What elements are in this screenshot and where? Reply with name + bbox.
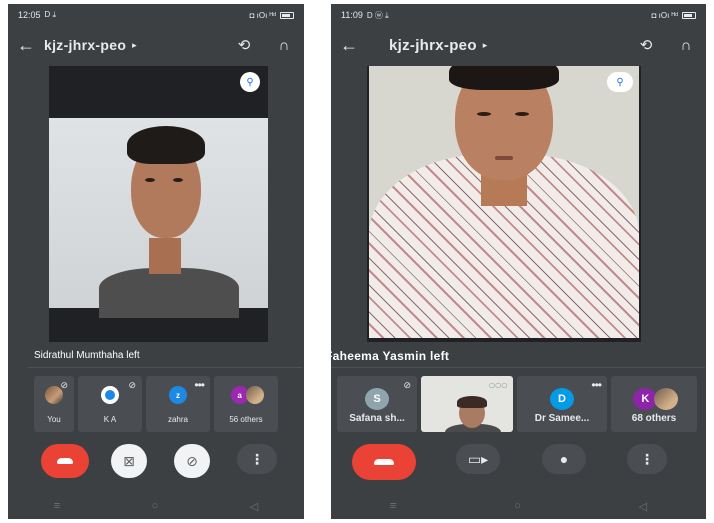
- mic-icon: ●: [559, 451, 569, 467]
- mic-button[interactable]: ●: [542, 444, 586, 474]
- more-dots-icon[interactable]: ○○○: [488, 378, 508, 392]
- back-arrow-icon[interactable]: ←: [331, 35, 367, 56]
- system-nav-bar: ≡ ○ ◁: [331, 493, 706, 519]
- participant-tile-others[interactable]: K 68 others: [611, 376, 697, 432]
- main-video-tile[interactable]: ⚲: [49, 66, 268, 342]
- avatar: z: [169, 386, 187, 404]
- avatar: [101, 386, 119, 404]
- mic-off-icon: ⊘: [128, 380, 136, 390]
- participant-tile-zahra[interactable]: ••• z zahra: [146, 376, 210, 432]
- participant-left-banner: Faheema Yasmin left: [331, 344, 705, 368]
- participant-tile-dr-samee[interactable]: ••• D Dr Samee...: [517, 376, 607, 432]
- participant-tile-ka[interactable]: ⊘ K A: [78, 376, 142, 432]
- headphones-icon[interactable]: ∩: [264, 37, 304, 54]
- camera-off-icon: ⊠: [123, 452, 135, 469]
- switch-camera-icon[interactable]: ⟲: [626, 36, 666, 54]
- camera-off-button[interactable]: ⊠: [111, 444, 147, 478]
- avatar-photo: [654, 388, 679, 410]
- avatar: D: [550, 388, 574, 410]
- participant-tile-you[interactable]: ⊘ You: [34, 376, 74, 432]
- pin-icon[interactable]: ⚲: [607, 72, 633, 92]
- meeting-toolbar: ← kjz-jhrx-peo ▸ ⟲ ∩: [8, 28, 304, 62]
- phone-hangup-icon: [57, 458, 73, 464]
- more-vert-icon: ⋮: [640, 450, 654, 467]
- battery-icon: [682, 11, 696, 19]
- mic-off-button[interactable]: ⊘: [174, 444, 210, 478]
- phone-screen-right: 11:09 D ⓦ ⤓ ◘ ıOı ᴴᵈ ← kjz-jhrx-peo ▸ ⟲ …: [331, 4, 706, 519]
- participant-name: Dr Samee...: [534, 413, 590, 424]
- call-controls: ⊠ ⊘ ⋮: [8, 444, 304, 484]
- participant-strip: ⊘ You ⊘ K A ••• z zahra a 56 others: [8, 376, 304, 434]
- more-dots-icon[interactable]: •••: [591, 378, 602, 392]
- recent-apps-icon[interactable]: ≡: [390, 500, 396, 512]
- back-nav-icon[interactable]: ◁: [639, 500, 647, 513]
- home-icon[interactable]: ○: [514, 500, 521, 512]
- participant-name: You: [47, 415, 61, 424]
- back-nav-icon[interactable]: ◁: [250, 500, 258, 513]
- status-time: 12:05: [18, 10, 41, 20]
- avatar: S: [365, 388, 389, 410]
- participant-name: 56 others: [229, 415, 263, 424]
- avatar-photo: [245, 386, 264, 404]
- participant-video: [369, 66, 639, 338]
- chevron-right-icon[interactable]: ▸: [483, 40, 488, 51]
- status-signal-icons: ◘ ıOı ᴴᵈ: [249, 10, 276, 20]
- status-signal-icons: ◘ ıOı ᴴᵈ: [651, 10, 678, 20]
- more-dots-icon[interactable]: •••: [194, 378, 205, 392]
- status-bar: 12:05 D ⤓ ◘ ıOı ᴴᵈ: [8, 4, 304, 26]
- more-vert-icon: ⋮: [250, 450, 264, 467]
- chevron-right-icon[interactable]: ▸: [132, 40, 137, 51]
- status-time: 11:09: [341, 10, 363, 20]
- status-bar: 11:09 D ⓦ ⤓ ◘ ıOı ᴴᵈ: [331, 4, 706, 26]
- home-icon[interactable]: ○: [152, 500, 159, 512]
- participant-name: Safana sh...: [349, 413, 405, 424]
- meeting-toolbar: ← kjz-jhrx-peo ▸ ⟲ ∩: [331, 28, 706, 62]
- end-call-button[interactable]: [352, 444, 416, 480]
- participant-name: K A: [103, 415, 117, 424]
- status-notification-icons: D ⓦ ⤓: [366, 10, 389, 20]
- avatar: [45, 386, 63, 404]
- meeting-code[interactable]: kjz-jhrx-peo: [44, 37, 126, 53]
- camera-button[interactable]: ▭▸: [456, 444, 500, 474]
- pin-icon[interactable]: ⚲: [240, 72, 260, 92]
- more-options-button[interactable]: ⋮: [237, 444, 277, 474]
- recent-apps-icon[interactable]: ≡: [54, 500, 60, 512]
- camera-icon: ▭▸: [467, 450, 489, 467]
- participant-name: 68 others: [631, 413, 677, 424]
- back-arrow-icon[interactable]: ←: [8, 35, 44, 56]
- self-view-tile[interactable]: ○○○: [421, 376, 513, 432]
- status-notification-icons: D ⤓: [44, 10, 57, 19]
- participant-tile-safana[interactable]: ⊘ S Safana sh...: [337, 376, 417, 432]
- call-controls: ▭▸ ● ⋮: [331, 444, 706, 484]
- system-nav-bar: ≡ ○ ◁: [8, 493, 304, 519]
- switch-camera-icon[interactable]: ⟲: [224, 36, 264, 54]
- headphones-icon[interactable]: ∩: [666, 37, 706, 54]
- participant-tile-others[interactable]: a 56 others: [214, 376, 278, 432]
- meeting-code[interactable]: kjz-jhrx-peo: [389, 37, 477, 54]
- more-options-button[interactable]: ⋮: [627, 444, 667, 474]
- main-video-tile[interactable]: ⚲: [367, 66, 641, 342]
- mic-off-icon: ⊘: [186, 452, 198, 469]
- phone-hangup-icon: [374, 459, 394, 465]
- participant-video: [49, 118, 268, 318]
- phone-screen-left: 12:05 D ⤓ ◘ ıOı ᴴᵈ ← kjz-jhrx-peo ▸ ⟲ ∩ …: [8, 4, 304, 519]
- mic-off-icon: ⊘: [403, 380, 411, 390]
- participant-left-banner: Sidrathul Mumthaha left: [28, 344, 302, 368]
- battery-icon: [280, 11, 294, 19]
- participant-strip: ⊘ S Safana sh... ○○○ ••• D Dr Samee... K…: [331, 376, 706, 434]
- participant-name: zahra: [167, 415, 188, 424]
- end-call-button[interactable]: [41, 444, 89, 478]
